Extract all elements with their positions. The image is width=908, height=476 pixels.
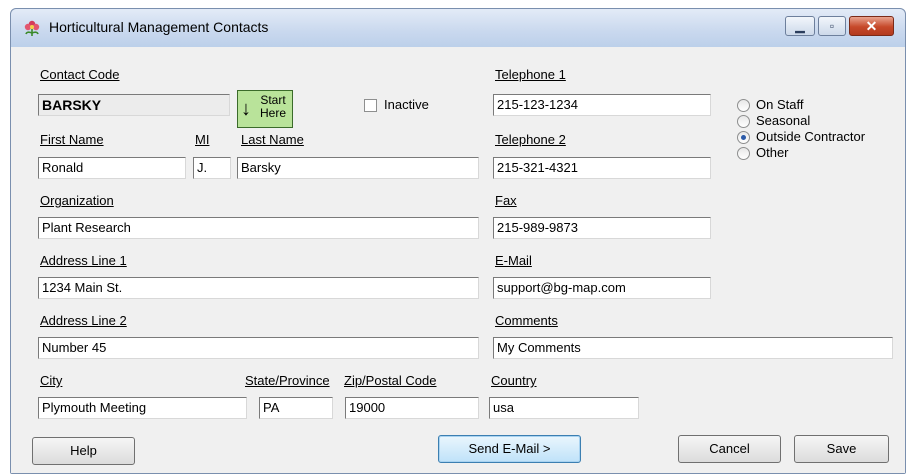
address1-label: Address Line 1 [40, 253, 127, 268]
telephone2-label: Telephone 2 [495, 132, 566, 147]
close-button[interactable]: ✕ [849, 16, 894, 36]
telephone1-label: Telephone 1 [495, 67, 566, 82]
last-name-field[interactable]: Barsky [237, 157, 479, 179]
city-label: City [40, 373, 63, 388]
address2-label: Address Line 2 [40, 313, 127, 328]
organization-field[interactable]: Plant Research [38, 217, 479, 239]
minimize-button[interactable]: ▁ [785, 16, 815, 36]
start-here-button[interactable]: ↓ Start Here [237, 90, 293, 128]
flower-icon [24, 20, 40, 36]
mi-label: MI [195, 132, 210, 147]
inactive-checkbox[interactable] [364, 99, 377, 112]
title-bar: Horticultural Management Contacts ▁ ▫ ✕ [11, 9, 905, 47]
radio-outside-contractor-label: Outside Contractor [756, 129, 866, 144]
contact-code-label: Contact Code [40, 67, 120, 82]
start-here-line2: Here [259, 106, 286, 120]
comments-field[interactable]: My Comments [493, 337, 893, 359]
help-button[interactable]: Help [32, 437, 135, 465]
zip-field[interactable]: 19000 [345, 397, 479, 419]
organization-label: Organization [40, 193, 114, 208]
form-area: Contact Code BARSKY ↓ Start Here Inactiv… [11, 47, 905, 473]
comments-label: Comments [495, 313, 558, 328]
city-field[interactable]: Plymouth Meeting [38, 397, 247, 419]
send-email-button[interactable]: Send E-Mail > [438, 435, 581, 463]
radio-other[interactable] [737, 147, 750, 160]
window-title: Horticultural Management Contacts [49, 19, 269, 35]
radio-seasonal-label: Seasonal [756, 113, 811, 128]
down-arrow-icon: ↓ [241, 98, 251, 120]
email-field[interactable]: support@bg-map.com [493, 277, 711, 299]
radio-on-staff-label: On Staff [756, 97, 804, 112]
minimize-icon: ▁ [795, 19, 805, 33]
first-name-label: First Name [40, 132, 104, 147]
state-label: State/Province [245, 373, 330, 388]
maximize-button[interactable]: ▫ [818, 16, 846, 36]
zip-label: Zip/Postal Code [344, 373, 437, 388]
address1-field[interactable]: 1234 Main St. [38, 277, 479, 299]
radio-other-label: Other [756, 145, 789, 160]
telephone2-field[interactable]: 215-321-4321 [493, 157, 711, 179]
last-name-label: Last Name [241, 132, 304, 147]
email-label: E-Mail [495, 253, 532, 268]
state-field[interactable]: PA [259, 397, 333, 419]
start-here-label: Start Here [256, 94, 290, 120]
radio-outside-contractor[interactable] [737, 131, 750, 144]
save-button[interactable]: Save [794, 435, 889, 463]
radio-on-staff[interactable] [737, 99, 750, 112]
telephone1-field[interactable]: 215-123-1234 [493, 94, 711, 116]
inactive-label: Inactive [384, 97, 429, 112]
mi-field[interactable]: J. [193, 157, 231, 179]
maximize-icon: ▫ [829, 19, 835, 33]
close-icon: ✕ [865, 18, 878, 34]
country-field[interactable]: usa [489, 397, 639, 419]
cancel-button[interactable]: Cancel [678, 435, 781, 463]
fax-label: Fax [495, 193, 517, 208]
country-label: Country [491, 373, 537, 388]
fax-field[interactable]: 215-989-9873 [493, 217, 711, 239]
contacts-window: Horticultural Management Contacts ▁ ▫ ✕ … [10, 8, 906, 474]
address2-field[interactable]: Number 45 [38, 337, 479, 359]
start-here-line1: Start [260, 93, 286, 107]
radio-seasonal[interactable] [737, 115, 750, 128]
contact-code-field[interactable]: BARSKY [38, 94, 230, 116]
first-name-field[interactable]: Ronald [38, 157, 186, 179]
